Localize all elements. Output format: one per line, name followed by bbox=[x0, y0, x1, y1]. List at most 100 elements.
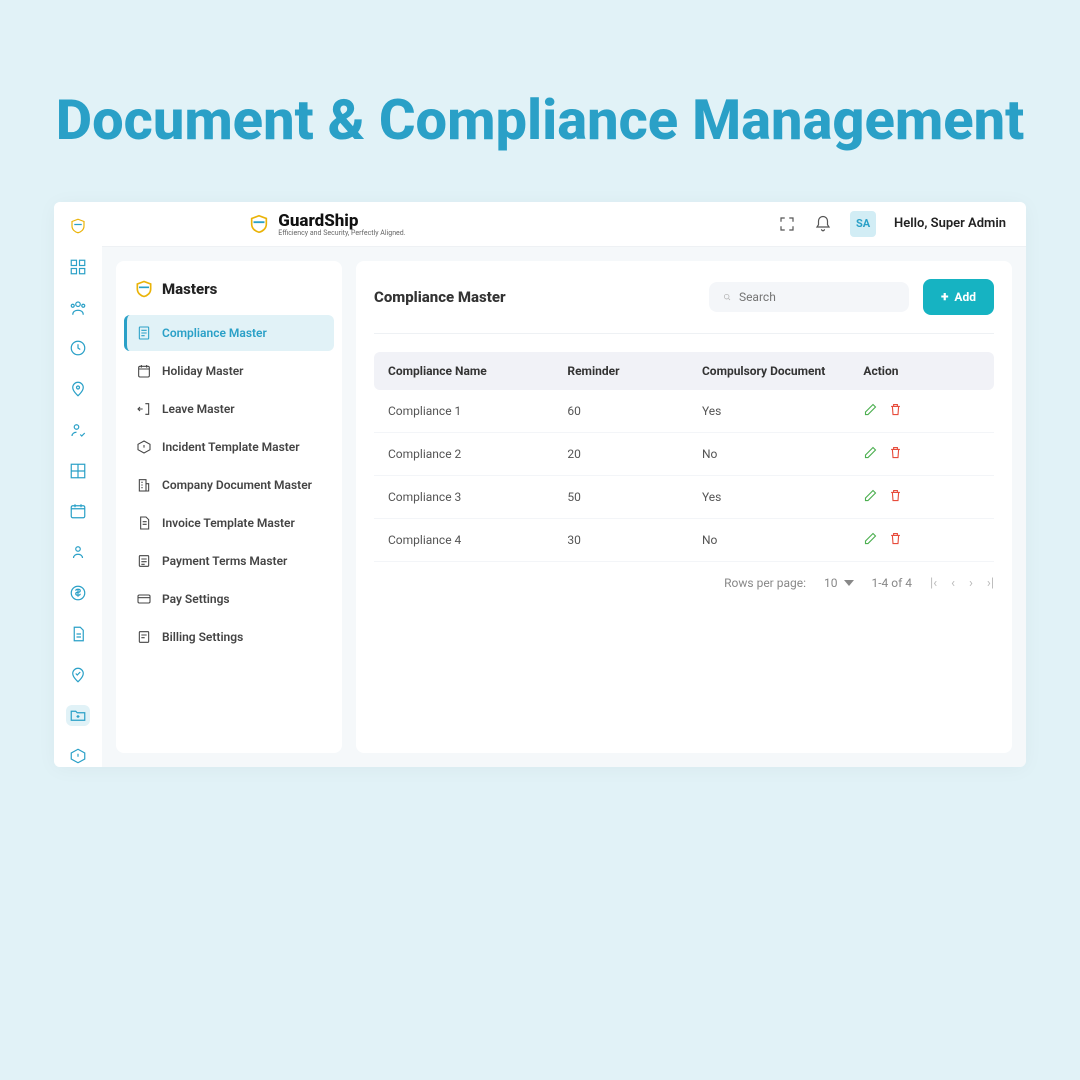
sidebar-title-text: Masters bbox=[162, 280, 217, 298]
edit-icon[interactable] bbox=[863, 402, 878, 420]
cell-name: Compliance 1 bbox=[388, 404, 567, 418]
alert-icon bbox=[136, 439, 152, 455]
compliance-table: Compliance Name Reminder Compulsory Docu… bbox=[374, 352, 994, 562]
sidebar-item-label: Incident Template Master bbox=[162, 440, 300, 454]
add-button[interactable]: + Add bbox=[923, 279, 994, 315]
card-icon bbox=[136, 591, 152, 607]
receipt-icon bbox=[136, 629, 152, 645]
rows-per-page-value: 10 bbox=[824, 576, 838, 590]
page-last-icon[interactable]: ›| bbox=[987, 576, 994, 591]
table-row: Compliance 2 20 No bbox=[374, 433, 994, 476]
nav-dollar-icon[interactable] bbox=[66, 583, 90, 604]
sidebar-item-incident-template-master[interactable]: Incident Template Master bbox=[124, 429, 334, 465]
sidebar-item-label: Holiday Master bbox=[162, 364, 244, 378]
nav-grid-icon[interactable] bbox=[66, 460, 90, 481]
brand-tagline: Efficiency and Security, Perfectly Align… bbox=[278, 229, 405, 237]
sidebar-item-label: Company Document Master bbox=[162, 478, 312, 492]
delete-icon[interactable] bbox=[888, 488, 903, 506]
cell-name: Compliance 4 bbox=[388, 533, 567, 547]
nav-map-pin-icon[interactable] bbox=[66, 664, 90, 685]
pagination: Rows per page: 10 1-4 of 4 |‹ ‹ › ›| bbox=[374, 576, 994, 591]
page-first-icon[interactable]: |‹ bbox=[930, 576, 937, 591]
topbar: GuardShip Efficiency and Security, Perfe… bbox=[102, 202, 1026, 247]
sidebar-item-leave-master[interactable]: Leave Master bbox=[124, 391, 334, 427]
sidebar-item-label: Billing Settings bbox=[162, 630, 243, 644]
cell-reminder: 20 bbox=[567, 447, 702, 461]
sidebar-item-invoice-template-master[interactable]: Invoice Template Master bbox=[124, 505, 334, 541]
table-row: Compliance 3 50 Yes bbox=[374, 476, 994, 519]
delete-icon[interactable] bbox=[888, 531, 903, 549]
sidebar-item-payment-terms-master[interactable]: Payment Terms Master bbox=[124, 543, 334, 579]
logo-icon bbox=[66, 216, 90, 237]
document-icon bbox=[136, 325, 152, 341]
plus-icon: + bbox=[941, 289, 948, 305]
list-icon bbox=[136, 553, 152, 569]
delete-icon[interactable] bbox=[888, 402, 903, 420]
search-input[interactable] bbox=[739, 290, 895, 304]
page-next-icon[interactable]: › bbox=[969, 576, 973, 591]
table-row: Compliance 4 30 No bbox=[374, 519, 994, 562]
fullscreen-icon[interactable] bbox=[778, 215, 796, 233]
th-reminder: Reminder bbox=[567, 364, 702, 378]
greeting-text: Hello, Super Admin bbox=[894, 216, 1006, 231]
sidebar-item-company-document-master[interactable]: Company Document Master bbox=[124, 467, 334, 503]
nav-clock-icon[interactable] bbox=[66, 338, 90, 359]
sidebar-item-label: Compliance Master bbox=[162, 326, 267, 340]
table-header: Compliance Name Reminder Compulsory Docu… bbox=[374, 352, 994, 390]
edit-icon[interactable] bbox=[863, 445, 878, 463]
edit-icon[interactable] bbox=[863, 531, 878, 549]
th-name: Compliance Name bbox=[388, 364, 567, 378]
nav-team-icon[interactable] bbox=[66, 297, 90, 318]
sidebar: Masters Compliance Master Holiday Master… bbox=[116, 261, 342, 753]
nav-file-icon[interactable] bbox=[66, 623, 90, 644]
nav-folder-icon[interactable] bbox=[66, 705, 90, 726]
search-field[interactable] bbox=[709, 282, 909, 312]
calendar-icon bbox=[136, 363, 152, 379]
chevron-down-icon bbox=[844, 578, 854, 588]
nav-rail bbox=[54, 202, 102, 767]
nav-location-icon[interactable] bbox=[66, 379, 90, 400]
shield-icon bbox=[134, 279, 154, 299]
sidebar-item-holiday-master[interactable]: Holiday Master bbox=[124, 353, 334, 389]
sidebar-item-label: Leave Master bbox=[162, 402, 235, 416]
sidebar-item-compliance-master[interactable]: Compliance Master bbox=[124, 315, 334, 351]
bell-icon[interactable] bbox=[814, 215, 832, 233]
cell-name: Compliance 3 bbox=[388, 490, 567, 504]
page-hero-title: Document & Compliance Management bbox=[0, 0, 1080, 202]
page-range: 1-4 of 4 bbox=[872, 576, 913, 590]
rows-per-page-select[interactable]: 10 bbox=[824, 576, 854, 590]
nav-user-check-icon[interactable] bbox=[66, 420, 90, 441]
add-button-label: Add bbox=[954, 290, 976, 304]
sidebar-item-label: Pay Settings bbox=[162, 592, 230, 606]
th-action: Action bbox=[863, 364, 980, 378]
avatar[interactable]: SA bbox=[850, 211, 876, 237]
cell-doc: No bbox=[702, 447, 863, 461]
th-doc: Compulsory Document bbox=[702, 364, 863, 378]
cell-name: Compliance 2 bbox=[388, 447, 567, 461]
nav-alert-icon[interactable] bbox=[66, 746, 90, 767]
app-window: GuardShip Efficiency and Security, Perfe… bbox=[54, 202, 1026, 767]
divider bbox=[374, 333, 994, 334]
brand-name: GuardShip bbox=[278, 211, 358, 231]
cell-doc: Yes bbox=[702, 404, 863, 418]
main-panel: Compliance Master + Add Compl bbox=[356, 261, 1012, 753]
sidebar-item-pay-settings[interactable]: Pay Settings bbox=[124, 581, 334, 617]
cell-doc: Yes bbox=[702, 490, 863, 504]
building-icon bbox=[136, 477, 152, 493]
edit-icon[interactable] bbox=[863, 488, 878, 506]
sidebar-item-billing-settings[interactable]: Billing Settings bbox=[124, 619, 334, 655]
nav-dashboard-icon[interactable] bbox=[66, 256, 90, 277]
sidebar-item-label: Payment Terms Master bbox=[162, 554, 287, 568]
delete-icon[interactable] bbox=[888, 445, 903, 463]
exit-icon bbox=[136, 401, 152, 417]
nav-calendar-icon[interactable] bbox=[66, 501, 90, 522]
search-icon bbox=[723, 290, 731, 304]
cell-reminder: 30 bbox=[567, 533, 702, 547]
nav-person-icon[interactable] bbox=[66, 542, 90, 563]
cell-doc: No bbox=[702, 533, 863, 547]
rows-per-page-label: Rows per page: bbox=[724, 576, 806, 590]
cell-reminder: 60 bbox=[567, 404, 702, 418]
invoice-icon bbox=[136, 515, 152, 531]
page-prev-icon[interactable]: ‹ bbox=[951, 576, 955, 591]
brand: GuardShip Efficiency and Security, Perfe… bbox=[248, 211, 405, 237]
